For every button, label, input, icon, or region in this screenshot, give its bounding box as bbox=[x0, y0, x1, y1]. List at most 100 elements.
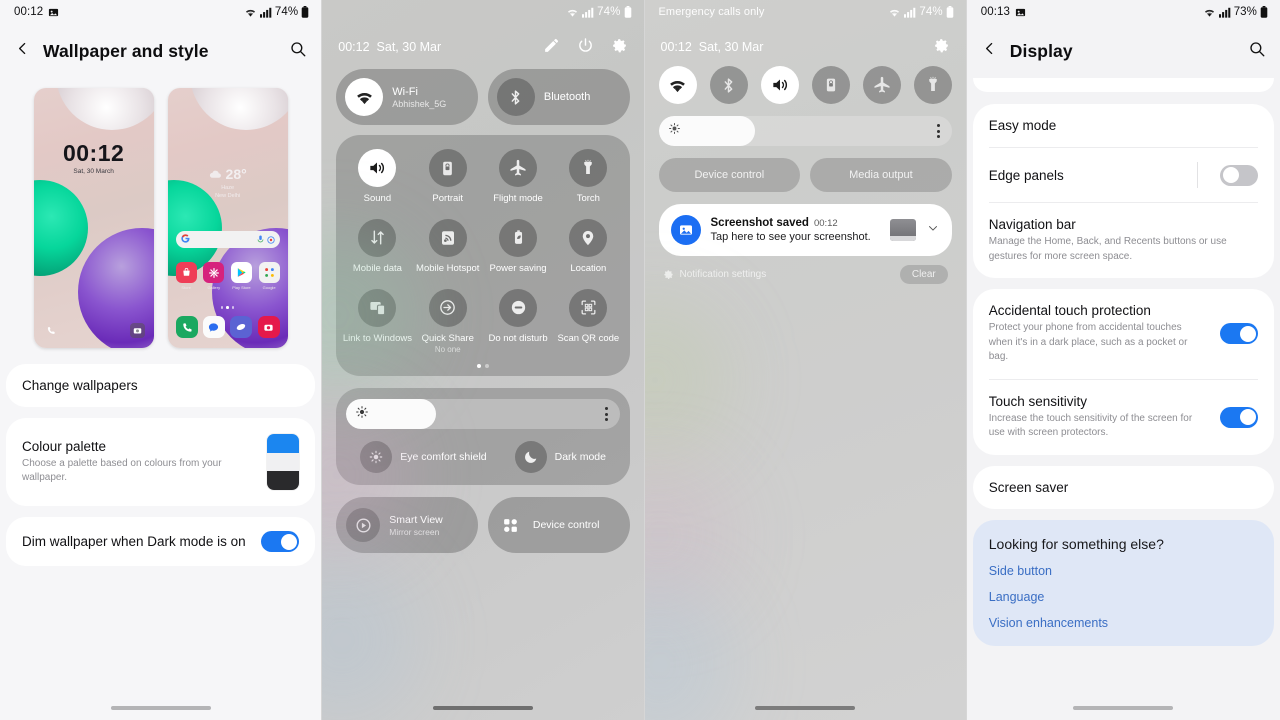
row-accidental-touch-protection[interactable]: Accidental touch protection Protect your… bbox=[973, 289, 1274, 379]
colour-palette-card[interactable]: Colour palette Choose a palette based on… bbox=[6, 418, 316, 506]
dim-wallpaper-card[interactable]: Dim wallpaper when Dark mode is on bbox=[6, 517, 316, 566]
qs-toggle-torch[interactable] bbox=[913, 66, 952, 104]
qs-item-portrait[interactable]: Portrait bbox=[413, 149, 483, 205]
eye-comfort-shield-option[interactable]: Eye comfort shield bbox=[360, 441, 487, 474]
qs-item-link-to-windows[interactable]: Link to Windows bbox=[342, 288, 412, 354]
device-control-pill[interactable]: Device control bbox=[658, 158, 801, 192]
gear-icon[interactable] bbox=[611, 37, 628, 57]
qs-item-sub: No one bbox=[434, 344, 461, 354]
qr-scan-icon bbox=[569, 288, 608, 327]
qs-item-mobile-hotspot[interactable]: Mobile Hotspot bbox=[413, 218, 483, 275]
accidental-touch-toggle[interactable] bbox=[1220, 323, 1259, 345]
colour-palette-title: Colour palette bbox=[22, 438, 107, 454]
more-options-icon[interactable] bbox=[936, 124, 940, 138]
qs-item-mobile-data[interactable]: Mobile data bbox=[342, 218, 412, 275]
gear-icon[interactable] bbox=[933, 37, 950, 57]
smart-view-tile[interactable]: Smart View Mirror screen bbox=[336, 497, 478, 554]
row-title: Touch sensitivity bbox=[988, 393, 1088, 409]
back-chevron-icon[interactable] bbox=[981, 40, 998, 62]
media-output-pill[interactable]: Media output bbox=[810, 158, 952, 192]
qs-toggle-wifi[interactable] bbox=[658, 66, 697, 104]
qs-item-label: Mobile data bbox=[352, 262, 402, 274]
qs-toggle-auto-rotate[interactable] bbox=[811, 66, 850, 104]
qs-item-label: Mobile Hotspot bbox=[416, 262, 480, 274]
home-page-dots bbox=[168, 306, 288, 309]
qs-item-label: Portrait bbox=[432, 193, 464, 204]
qs-item-label: Link to Windows bbox=[342, 332, 412, 344]
back-chevron-icon[interactable] bbox=[14, 40, 31, 62]
device-control-title: Device control bbox=[532, 519, 600, 532]
status-bar-3: Emergency calls only 74% bbox=[645, 0, 966, 24]
qs-toggle-bluetooth[interactable] bbox=[709, 66, 748, 104]
status-bar-2: 74% bbox=[322, 0, 643, 24]
row-title: Navigation bar bbox=[988, 217, 1076, 232]
qs-item-scan-qr-code[interactable]: Scan QR code bbox=[553, 288, 623, 354]
row-screen-saver[interactable]: Screen saver bbox=[973, 466, 1274, 509]
qs-item-label: Torch bbox=[576, 193, 600, 204]
pencil-icon[interactable] bbox=[543, 37, 560, 57]
qs-toggle-sound[interactable] bbox=[760, 66, 799, 104]
qs-time: 00:12 bbox=[660, 40, 692, 54]
chevron-down-icon[interactable] bbox=[926, 221, 940, 240]
notification-screenshot-saved[interactable]: Screenshot saved 00:12 Tap here to see yo… bbox=[658, 204, 952, 256]
clear-button[interactable]: Clear bbox=[899, 265, 948, 284]
notification-body: Tap here to see your screenshot. bbox=[710, 231, 871, 243]
row-sub: Increase the touch sensitivity of the sc… bbox=[988, 412, 1193, 439]
qs-item-sound[interactable]: Sound bbox=[342, 149, 412, 205]
device-control-tile[interactable]: Device control bbox=[487, 497, 630, 554]
lock-screen-preview[interactable]: 00:12 Sat, 30 March bbox=[33, 88, 154, 348]
dim-wallpaper-toggle[interactable] bbox=[261, 531, 300, 552]
image-icon bbox=[48, 7, 59, 18]
power-icon[interactable] bbox=[577, 37, 594, 57]
qs-tile-wifi[interactable]: Wi-Fi Abhishek_5G bbox=[336, 69, 478, 125]
qs-header-2: 00:12 Sat, 30 Mar bbox=[322, 30, 643, 64]
qs-item-do-not-disturb[interactable]: Do not disturb bbox=[483, 288, 553, 354]
qs-tile-bluetooth[interactable]: Bluetooth bbox=[487, 69, 630, 125]
row-touch-sensitivity[interactable]: Touch sensitivity Increase the touch sen… bbox=[973, 380, 1274, 455]
search-icon[interactable] bbox=[1248, 40, 1266, 63]
row-edge-panels[interactable]: Edge panels bbox=[973, 148, 1274, 202]
qs-item-quick-share[interactable]: Quick Share No one bbox=[413, 288, 483, 354]
carrier-label: Emergency calls only bbox=[658, 6, 765, 18]
dark-mode-option[interactable]: Dark mode bbox=[514, 441, 606, 474]
qs-item-power-saving[interactable]: Power saving bbox=[483, 218, 553, 275]
link-language[interactable]: Language bbox=[989, 590, 1258, 604]
row-easy-mode[interactable]: Easy mode bbox=[973, 104, 1274, 147]
edge-panels-toggle[interactable] bbox=[1220, 164, 1259, 186]
battery-leaf-icon bbox=[499, 218, 538, 257]
app-gallery-icon: Gallery bbox=[203, 262, 225, 290]
qs-grid: Sound Portrait Flight mode Torch Mobile … bbox=[342, 149, 623, 354]
row-navigation-bar[interactable]: Navigation bar Manage the Home, Back, an… bbox=[973, 203, 1274, 278]
qs-item-location[interactable]: Location bbox=[553, 218, 623, 275]
touch-sensitivity-toggle[interactable] bbox=[1220, 406, 1259, 428]
link-side-button[interactable]: Side button bbox=[989, 564, 1258, 578]
brightness-slider-3[interactable] bbox=[658, 116, 952, 146]
notification-thumbnail bbox=[889, 219, 916, 241]
battery-icon bbox=[1260, 6, 1268, 18]
change-wallpapers-card[interactable]: Change wallpapers bbox=[6, 364, 316, 407]
moon-icon bbox=[514, 441, 547, 474]
display-card-c: Screen saver bbox=[972, 465, 1275, 509]
phone-shortcut-icon bbox=[43, 323, 58, 338]
qs-pill-row: Device control Media output bbox=[645, 158, 966, 192]
notification-settings-button[interactable]: Notification settings bbox=[663, 269, 766, 280]
app-google-folder-icon: Google bbox=[258, 262, 280, 290]
panel-quick-settings-expanded: 74% 00:12 Sat, 30 Mar Wi-Fi Abhishek_5G … bbox=[322, 0, 644, 720]
battery-percentage: 74% bbox=[919, 6, 943, 18]
home-screen-preview[interactable]: 28° Haze New Delhi Store Gallery Play St… bbox=[167, 88, 288, 348]
link-vision-enhancements[interactable]: Vision enhancements bbox=[989, 616, 1258, 630]
qs-toggle-flight-mode[interactable] bbox=[862, 66, 901, 104]
nav-bar-3 bbox=[645, 696, 966, 720]
search-icon[interactable] bbox=[289, 40, 307, 63]
qs-time: 00:12 bbox=[338, 40, 370, 54]
preview-date: Sat, 30 March bbox=[73, 168, 114, 175]
eye-comfort-label: Eye comfort shield bbox=[400, 451, 487, 464]
mic-icon bbox=[257, 231, 264, 249]
change-wallpapers-label: Change wallpapers bbox=[22, 378, 138, 393]
brightness-slider[interactable] bbox=[346, 399, 620, 430]
notification-title: Screenshot saved bbox=[710, 217, 809, 229]
qs-item-torch[interactable]: Torch bbox=[553, 149, 623, 205]
more-options-icon[interactable] bbox=[604, 407, 608, 422]
qs-tile-bluetooth-title: Bluetooth bbox=[543, 91, 591, 103]
qs-item-flight-mode[interactable]: Flight mode bbox=[483, 149, 553, 205]
